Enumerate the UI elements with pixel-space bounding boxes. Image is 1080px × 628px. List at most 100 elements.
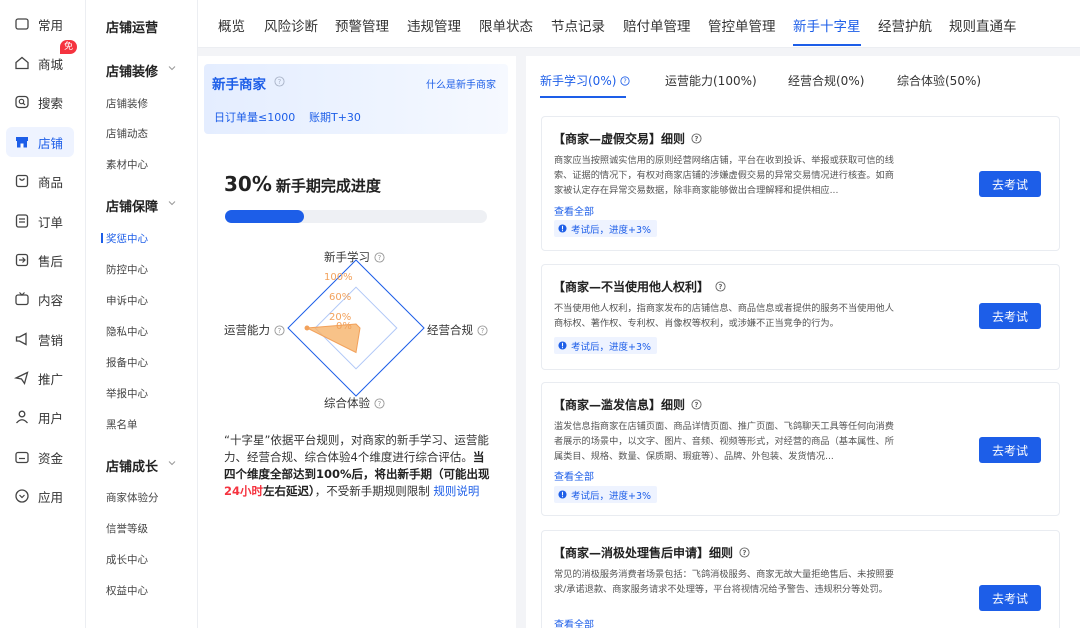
rail-item-marketing[interactable]: 营销 [6,324,74,354]
free-badge: 免费 [60,40,78,66]
settlement-tag: 账期T+30 [309,111,361,124]
submenu-item[interactable]: 成长中心 [106,552,148,567]
submenu-item[interactable]: 隐私中心 [106,324,148,339]
rule-card: 【商家—滥发信息】细则? 滥发信息指商家在店铺页面、商品详情页面、推广页面、飞鸽… [541,382,1060,516]
chevron-down-icon [168,201,176,206]
tab-risk-diagnosis[interactable]: 风险诊断 [264,15,318,35]
desc-text: ，不受新手期规则限制 [314,484,430,498]
tab-order-limit[interactable]: 限单状态 [479,15,533,35]
subtab-compliance[interactable]: 经营合规(0%) [788,72,864,89]
take-exam-button[interactable]: 去考试 [979,437,1041,463]
rail-item-aftersale[interactable]: 售后 [6,245,74,275]
help-icon[interactable]: ? [477,324,488,336]
tab-rules[interactable]: 规则直通车 [949,15,1017,35]
submenu-item-active[interactable]: 奖惩中心 [101,231,148,246]
submenu-header: 店铺运营 [106,21,159,36]
group-title: 店铺保障 [106,200,159,215]
help-icon[interactable]: ? [274,76,285,87]
tab-overview[interactable]: 概览 [218,15,245,35]
tab-node-records[interactable]: 节点记录 [551,15,605,35]
rule-explain-link[interactable]: 规则说明 [433,484,479,498]
view-all-link[interactable]: 查看全部 [554,468,594,483]
primary-nav-rail: 常用 商城 免费 搜索 店铺 商品 订单 售后 内容 营销 推广 用户 资金 应… [0,0,86,628]
rail-item-shop[interactable]: 店铺 [6,127,74,157]
rail-item-apps[interactable]: 应用 [6,481,74,511]
help-icon[interactable]: ? [620,75,630,86]
help-icon[interactable]: ? [715,281,726,292]
svg-text:?: ? [278,78,282,86]
rule-title-text: 【商家—不当使用他人权利】 [553,280,710,294]
take-exam-button[interactable]: 去考试 [979,303,1041,329]
progress-bar [225,210,487,223]
help-icon[interactable]: ? [691,399,702,410]
rail-item-label: 营销 [38,332,64,348]
svg-text:?: ? [378,399,382,407]
submenu-group-protection[interactable]: 店铺保障 [106,196,176,215]
rail-item-label: 常用 [38,17,64,33]
info-icon [558,224,567,233]
info-icon [558,341,567,350]
help-icon[interactable]: ? [691,133,702,144]
tab-compensation[interactable]: 赔付单管理 [623,15,691,35]
rules-panel: 新手学习(0%)? 运营能力(100%) 经营合规(0%) 综合体验(50%) … [526,56,1080,628]
take-exam-button[interactable]: 去考试 [979,171,1041,197]
rail-item-content[interactable]: 内容 [6,284,74,314]
submenu-item[interactable]: 申诉中心 [106,293,148,308]
tab-novice-star[interactable]: 新手十字星 [793,15,861,46]
rail-item-promote[interactable]: 推广 [6,363,74,393]
submenu-item[interactable]: 报备中心 [106,355,148,370]
radar-tick: 100% [324,272,353,283]
tab-operation-escort[interactable]: 经营护航 [878,15,932,35]
submenu-item[interactable]: 店铺装修 [106,96,148,111]
rail-item-orders[interactable]: 订单 [6,206,74,236]
tab-violations[interactable]: 违规管理 [407,15,461,35]
submenu-item[interactable]: 权益中心 [106,583,148,598]
info-icon [558,490,567,499]
megaphone-icon [14,331,30,347]
submenu-item[interactable]: 举报中心 [106,386,148,401]
tab-warning[interactable]: 预警管理 [335,15,389,35]
view-all-link[interactable]: 查看全部 [554,203,594,218]
rail-item-label: 订单 [38,214,64,230]
what-is-novice-link[interactable]: 什么是新手商家 [426,76,496,91]
chevron-down-icon [168,66,176,71]
tab-control-orders[interactable]: 管控单管理 [708,15,776,35]
rule-card: 【商家—消极处理售后申请】细则? 常见的消极服务消费者场景包括：飞鸽消极服务、商… [541,530,1060,628]
subtab-learning[interactable]: 新手学习(0%)? [540,72,630,89]
help-icon[interactable]: ? [374,397,385,409]
submenu-item[interactable]: 店铺动态 [106,126,148,141]
submenu-item[interactable]: 商家体验分 [106,490,159,505]
group-title: 店铺装修 [106,65,159,80]
submenu-item[interactable]: 防控中心 [106,262,148,277]
rail-item-search[interactable]: 搜索 [6,87,74,117]
take-exam-button[interactable]: 去考试 [979,585,1041,611]
progress-percent: 30% [224,172,272,196]
radar-value-area [305,323,361,354]
label-text: 综合体验 [324,396,370,410]
rail-item-goods[interactable]: 商品 [6,166,74,196]
star-description: “十字星”依据平台规则，对商家的新手学习、运营能力、经营合规、综合体验4个维度进… [224,432,492,500]
rule-title-text: 【商家—滥发信息】细则 [553,398,686,412]
submenu-item[interactable]: 信誉等级 [106,521,148,536]
help-icon[interactable]: ? [274,324,285,336]
subtab-experience[interactable]: 综合体验(50%) [897,72,981,89]
submenu-item[interactable]: 素材中心 [106,157,148,172]
submenu-group-decoration[interactable]: 店铺装修 [106,61,176,80]
help-icon[interactable]: ? [374,251,385,263]
rail-item-users[interactable]: 用户 [6,402,74,432]
submenu-group-growth[interactable]: 店铺成长 [106,456,176,475]
rail-item-common[interactable]: 常用 [6,9,74,39]
rail-item-label: 内容 [38,292,64,308]
goods-icon [14,173,30,189]
help-icon[interactable]: ? [739,547,750,558]
radar-label-experience: 综合体验? [324,395,385,411]
subtab-operation[interactable]: 运营能力(100%) [665,72,757,89]
rail-item-label: 商城 [38,56,64,72]
label-text: 运营能力 [224,323,270,337]
rail-item-funds[interactable]: 资金 [6,442,74,472]
rail-item-mall[interactable]: 商城 免费 [6,40,78,78]
submenu-item[interactable]: 黑名单 [106,417,138,432]
view-all-link[interactable]: 查看全部 [554,616,594,628]
rule-body: 常见的消极服务消费者场景包括：飞鸽消极服务、商家无故大量拒绝售后、未按照要求/承… [554,569,894,595]
chevron-down-icon [168,461,176,466]
